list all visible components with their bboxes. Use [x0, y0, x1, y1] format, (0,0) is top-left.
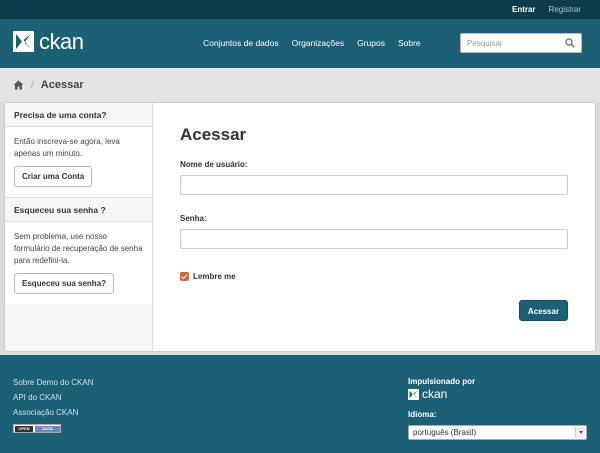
password-field[interactable]	[180, 229, 568, 249]
search-box	[460, 33, 582, 53]
footer-link-association[interactable]: Associação CKAN	[13, 407, 93, 418]
breadcrumb: / Acessar	[13, 79, 84, 91]
register-heading: Precisa de uma conta?	[5, 103, 152, 127]
nav-organizations[interactable]: Organizações	[292, 38, 344, 48]
page-title: Acessar	[180, 125, 247, 144]
powered-by: Impulsionado por ckan	[408, 377, 475, 400]
toolbar: / Acessar	[0, 68, 600, 102]
register-link[interactable]: Registrar	[549, 5, 581, 14]
ckan-logo-icon	[13, 31, 34, 52]
account-links: Entrar Registrar	[512, 5, 581, 14]
remember-label[interactable]: Lembre me	[193, 272, 236, 281]
create-account-button[interactable]: Criar uma Conta	[14, 166, 93, 187]
badge-left-text: OPEN	[15, 426, 33, 432]
sidebar: Precisa de uma conta? Então inscreva-se …	[5, 103, 153, 351]
forgot-password-button[interactable]: Esqueceu sua senha?	[14, 273, 115, 294]
logo-text: ckan	[39, 29, 84, 54]
breadcrumb-current[interactable]: Acessar	[41, 79, 84, 91]
login-submit-button[interactable]: Acessar	[519, 300, 568, 321]
register-text: Então inscreva-se agora, leva apenas um …	[14, 137, 120, 158]
site-footer: Sobre Demo do CKAN API do CKAN Associaçã…	[0, 355, 600, 453]
register-module: Então inscreva-se agora, leva apenas um …	[5, 127, 152, 198]
chevron-down-icon[interactable]	[575, 427, 585, 438]
ckan-logo-icon	[408, 389, 419, 400]
forgot-text: Sem problema, use nosso formulário de re…	[14, 232, 143, 265]
language-value: português (Brasil)	[413, 428, 477, 437]
language-label: Idioma:	[408, 410, 437, 419]
main-wrapper: Precisa de uma conta? Então inscreva-se …	[4, 102, 596, 352]
password-label: Senha:	[180, 214, 207, 223]
nav-groups[interactable]: Grupos	[357, 38, 385, 48]
language-select[interactable]: português (Brasil)	[408, 425, 587, 440]
forgot-module: Sem problema, use nosso formulário de re…	[5, 222, 152, 304]
home-icon[interactable]	[13, 80, 24, 90]
nav-about[interactable]: Sobre	[398, 38, 421, 48]
masthead: ckan Conjuntos de dados Organizações Gru…	[0, 19, 600, 68]
footer-logo-text: ckan	[422, 387, 448, 401]
breadcrumb-separator: /	[31, 79, 34, 91]
footer-links: Sobre Demo do CKAN API do CKAN Associaçã…	[13, 377, 93, 433]
nav-datasets[interactable]: Conjuntos de dados	[203, 38, 279, 48]
username-label: Nome de usuário:	[180, 160, 248, 169]
username-field[interactable]	[180, 175, 568, 195]
account-bar: Entrar Registrar	[0, 0, 600, 19]
main-nav: Conjuntos de dados Organizações Grupos S…	[203, 38, 421, 48]
search-icon[interactable]	[565, 38, 575, 48]
remember-me: Lembre me	[180, 272, 236, 281]
footer-link-api[interactable]: API do CKAN	[13, 392, 93, 403]
site-logo[interactable]: ckan	[13, 29, 84, 54]
badge-right-text: DATA	[35, 426, 60, 432]
open-data-badge[interactable]: OPEN DATA	[13, 424, 61, 433]
login-link[interactable]: Entrar	[512, 5, 536, 14]
footer-ckan-logo[interactable]: ckan	[408, 387, 475, 401]
search-input[interactable]	[461, 34, 561, 52]
footer-link-about[interactable]: Sobre Demo do CKAN	[13, 377, 93, 388]
powered-by-label: Impulsionado por	[408, 377, 476, 386]
remember-checkbox[interactable]	[180, 272, 189, 281]
forgot-heading: Esqueceu sua senha ?	[5, 198, 152, 222]
